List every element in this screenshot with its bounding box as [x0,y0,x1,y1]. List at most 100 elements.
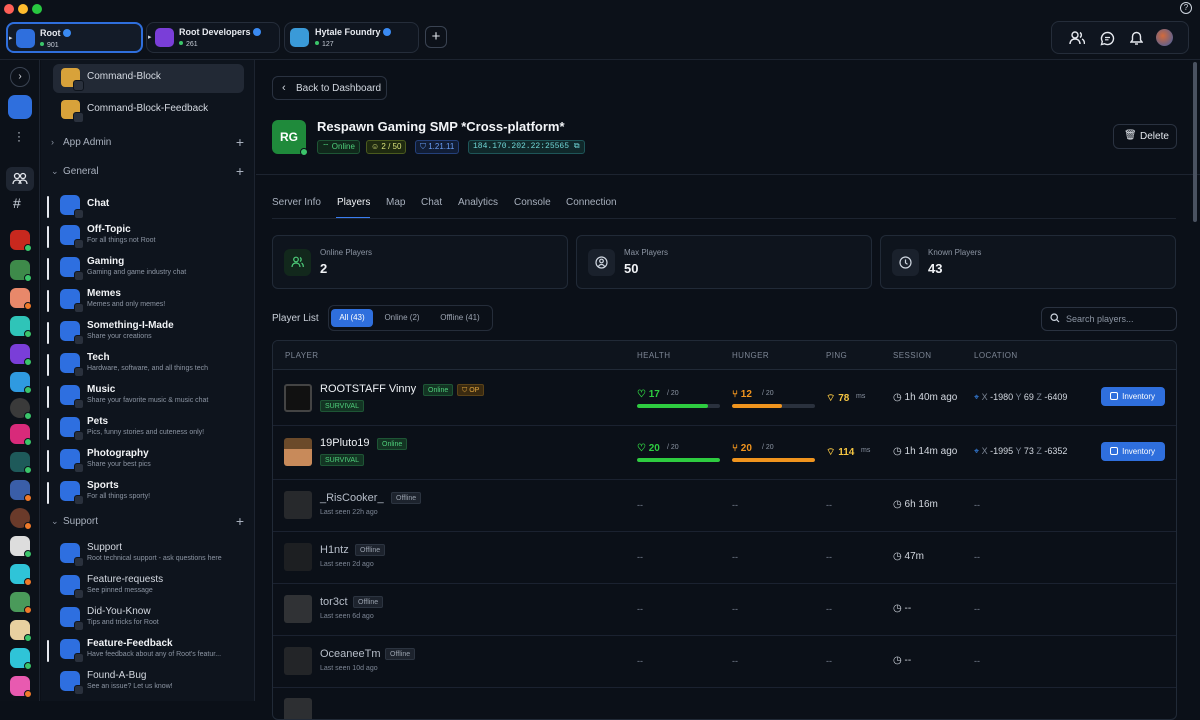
avatar[interactable] [1156,29,1173,46]
delete-server-button[interactable]: 🗑 Delete [1113,124,1177,149]
copy-icon[interactable]: ⧉ [574,142,580,151]
channel-description: Root technical support - ask questions h… [87,555,222,562]
table-row[interactable]: tor3ct Offline Last seen 6d ago -- -- --… [273,584,1176,636]
status-dot [24,578,32,586]
session-value: ◷ 1h 40m ago [893,392,957,403]
ping-value: -- [826,500,832,510]
tab-map[interactable]: Map [386,197,405,208]
table-row[interactable]: OceaneeTm Offline Last seen 10d ago -- -… [273,636,1176,688]
channel-photography[interactable]: Photography Share your best pics [47,447,249,477]
column-header: SESSION [893,351,932,360]
scrollbar[interactable] [1193,62,1197,222]
player-avatar [284,647,312,675]
section-general[interactable]: ⌄ General [51,166,99,177]
plus-icon[interactable]: + [236,513,244,529]
tab-players[interactable]: Players [337,197,370,208]
maximize-window-button[interactable] [32,4,42,14]
close-window-button[interactable] [4,4,14,14]
root-home-icon[interactable] [8,95,32,119]
camera-icon [60,449,84,473]
channel-memes[interactable]: Memes Memes and only memes! [47,287,249,317]
inventory-button[interactable]: Inventory [1101,387,1165,406]
health-max: / 20 [667,444,679,451]
tab-root[interactable]: ▸ Root 901 [6,22,143,53]
channel-found-a-bug[interactable]: Found-A-Bug See an issue? Let us know! [49,669,249,699]
channel-music[interactable]: Music Share your favorite music & music c… [47,383,249,413]
op-badge: ⛉ OP [457,384,485,396]
hashtag-icon[interactable]: # [13,195,21,211]
map-pin-icon: ⌖ [974,446,980,456]
tab-root-developers[interactable]: ▸ Root Developers 261 [146,22,280,53]
channel-support[interactable]: Support Root technical support - ask ques… [49,541,249,571]
unread-indicator [47,354,49,376]
tab-analytics[interactable]: Analytics [458,197,498,208]
channel-tech[interactable]: Tech Hardware, software, and all things t… [47,351,249,381]
heart-icon: ♡ [637,389,646,400]
section-support[interactable]: ⌄ Support [51,516,98,527]
hunger-value: -- [732,656,738,666]
channel-gaming[interactable]: Gaming Gaming and game industry chat [47,255,249,285]
status-badge: Offline [385,648,416,660]
player-avatar [284,698,312,719]
table-row[interactable]: ROOTSTAFF Vinny Online ⛉ OP SURVIVAL ♡ 1… [273,371,1176,426]
search-input[interactable] [1066,311,1172,327]
plus-icon[interactable]: + [236,163,244,179]
channel-feature-requests[interactable]: Feature-requests See pinned message [49,573,249,603]
help-icon[interactable]: ? [1180,2,1192,14]
root-logo-icon [16,29,35,48]
status-dot [24,550,32,558]
back-to-dashboard-button[interactable]: ‹ Back to Dashboard [272,76,387,100]
session-value: ◷ 47m [893,551,924,562]
channel-something-i-made[interactable]: Something-I-Made Share your creations [47,319,249,349]
hunger-value: ⑂ 12 [732,389,752,400]
inventory-button[interactable]: Inventory [1101,442,1165,461]
online-dot-icon [300,148,308,156]
chevron-right-icon[interactable]: › [10,67,30,87]
more-vertical-icon[interactable]: · · · [17,126,21,146]
table-row[interactable]: 19Pluto19 Online SURVIVAL ♡ 20 / 20 ⑂ 20… [273,426,1176,480]
chat-bubble-icon[interactable] [1100,31,1115,46]
sidebar-item-command-block[interactable]: Command-Block [53,64,244,93]
bell-icon[interactable] [1130,31,1143,46]
tab-console[interactable]: Console [514,197,551,208]
tab-server-info[interactable]: Server Info [272,197,321,208]
channel-off-topic[interactable]: Off-Topic For all things not Root [47,223,249,253]
filter-offline[interactable]: Offline (41) [431,309,489,327]
filter-online[interactable]: Online (2) [377,309,427,327]
table-row[interactable]: _RisCooker_ Offline Last seen 22h ago --… [273,480,1176,532]
session-value: ◷ 1h 14m ago [893,446,957,457]
minimize-window-button[interactable] [18,4,28,14]
tab-chat[interactable]: Chat [421,197,442,208]
channel-icon [60,225,84,249]
coord-x: -1980 [990,392,1014,402]
health-value: ♡ 20 [637,443,660,454]
timer-icon: ◷ [893,603,902,614]
page-title: Respawn Gaming SMP *Cross-platform* [317,119,565,134]
add-tab-button[interactable]: + [425,26,447,48]
server-address-chip[interactable]: 184.170.202.22:25565 ⧉ [468,140,585,154]
status-dot [24,274,32,282]
status-dot [24,634,32,642]
channel-did-you-know[interactable]: Did-You-Know Tips and tricks for Root [49,605,249,635]
tab-hytale-foundry[interactable]: Hytale Foundry 127 [284,22,419,53]
plus-icon[interactable]: + [236,134,244,150]
channel-pets[interactable]: Pets Pics, funny stories and cuteness onl… [47,415,249,445]
channel-name: Pets [87,416,109,427]
table-row[interactable] [273,688,1176,719]
sidebar-item-command-block-feedback[interactable]: Command-Block-Feedback [53,96,244,125]
table-row[interactable]: H1ntz Offline Last seen 2d ago -- -- -- … [273,532,1176,584]
player-count-chip: ☺ 2 / 50 [366,140,407,154]
channel-feature-feedback[interactable]: Feature-Feedback Have feedback about any … [47,637,249,667]
server-logo: RG [272,120,308,156]
filter-all[interactable]: All (43) [331,309,373,327]
friends-button[interactable] [6,167,34,191]
search-players[interactable] [1041,307,1177,331]
channel-chat[interactable]: Chat [47,193,249,223]
coord-x: -1995 [990,446,1014,456]
session-text: 1h 14m ago [904,446,958,457]
channel-sports[interactable]: Sports For all things sporty! [47,479,249,509]
op-label: OP [469,387,480,394]
users-icon[interactable] [1069,31,1085,45]
section-app-admin[interactable]: › App Admin [51,137,111,148]
tab-connection[interactable]: Connection [566,197,617,208]
